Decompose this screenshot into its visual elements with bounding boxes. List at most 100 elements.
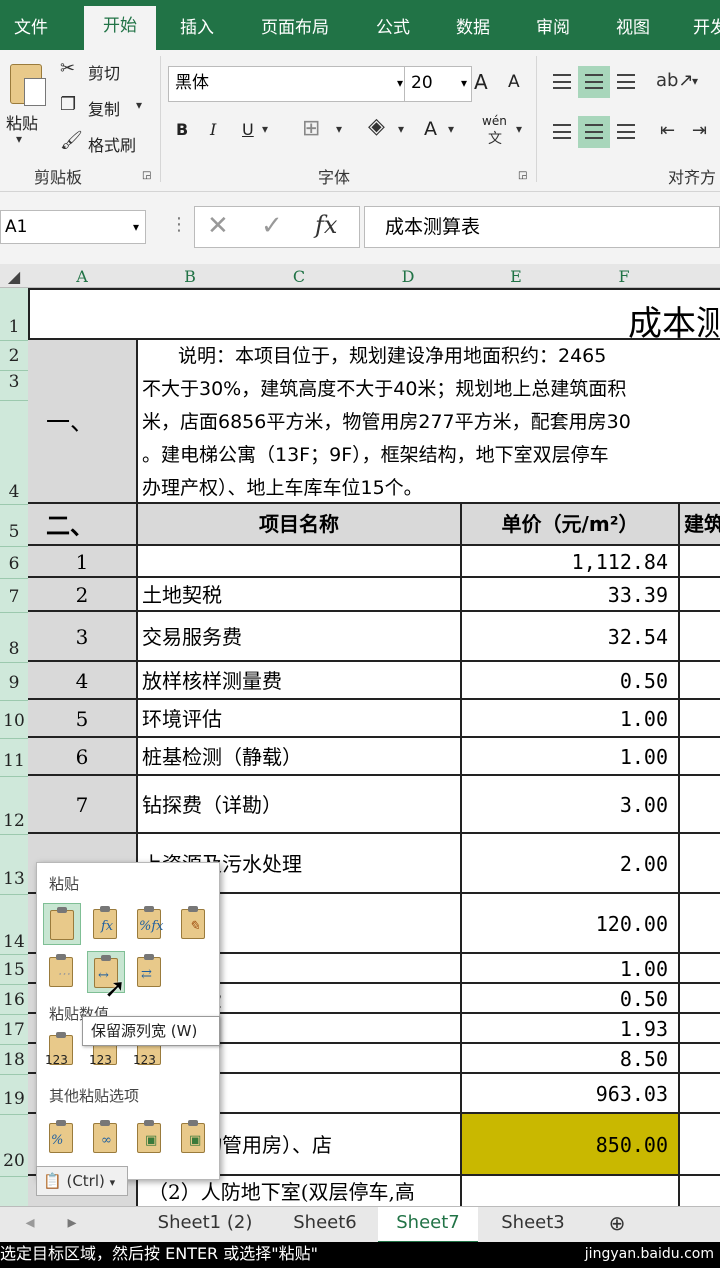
item-no-cell[interactable]: 3 bbox=[28, 612, 138, 662]
paste-formulas-icon[interactable]: fx bbox=[87, 903, 123, 943]
tab-insert[interactable]: 插入 bbox=[164, 8, 230, 50]
tab-file[interactable]: 文件 bbox=[0, 8, 62, 50]
phonetic-button[interactable]: wén bbox=[482, 114, 507, 128]
row-header-4[interactable]: 4 bbox=[0, 400, 28, 505]
row-header-6[interactable]: 6 bbox=[0, 546, 28, 579]
tab-view[interactable]: 视图 bbox=[600, 8, 666, 50]
item-price-cell[interactable]: 2.00 bbox=[462, 834, 680, 894]
paste-options-ctrl-button[interactable]: 📋 (Ctrl) ▾ bbox=[36, 1166, 128, 1196]
row-header-2[interactable]: 2 bbox=[0, 340, 28, 371]
header-price-cell[interactable]: 单价（元/m²） bbox=[462, 504, 680, 546]
increase-indent-icon[interactable]: ⇥ bbox=[692, 120, 707, 141]
column-header-d[interactable]: D bbox=[354, 264, 462, 288]
item-price-cell[interactable]: 1.00 bbox=[462, 738, 680, 776]
paste-label[interactable]: 粘贴 bbox=[6, 110, 38, 134]
item-no-cell[interactable]: 4 bbox=[28, 662, 138, 700]
item-price-cell[interactable]: 1.00 bbox=[462, 700, 680, 738]
font-size-select[interactable]: 20 ▾ bbox=[404, 66, 472, 102]
item-area-cell[interactable] bbox=[680, 1114, 720, 1176]
orientation-icon[interactable]: ab↗ bbox=[656, 70, 694, 91]
paste-formulas-number-format-icon[interactable]: %fx bbox=[131, 903, 167, 943]
item-area-cell[interactable] bbox=[680, 700, 720, 738]
item-area-cell[interactable] bbox=[680, 954, 720, 984]
paste-big-button[interactable] bbox=[6, 62, 46, 106]
item-area-cell[interactable] bbox=[680, 1014, 720, 1044]
font-name-select[interactable]: 黑体 ▾ bbox=[168, 66, 408, 102]
chevron-down-icon[interactable]: ▾ bbox=[397, 67, 403, 99]
item-price-cell[interactable]: 0.50 bbox=[462, 662, 680, 700]
bold-button[interactable]: B bbox=[176, 120, 188, 139]
paste-no-borders-icon[interactable]: ⋯ bbox=[43, 951, 79, 991]
item-area-cell[interactable] bbox=[680, 1044, 720, 1074]
row-header-15[interactable]: 15 bbox=[0, 954, 28, 985]
align-left-button[interactable] bbox=[546, 116, 578, 148]
row-header-1[interactable]: 1 bbox=[0, 288, 28, 341]
item-price-cell[interactable]: 0.50 bbox=[462, 984, 680, 1014]
row-header-17[interactable]: 17 bbox=[0, 1014, 28, 1045]
tab-data[interactable]: 数据 bbox=[440, 8, 506, 50]
paste-values-icon[interactable]: 123 bbox=[43, 1029, 79, 1069]
item-name-cell[interactable]: 交易服务费 bbox=[138, 612, 462, 662]
item-price-cell[interactable]: 1.00 bbox=[462, 954, 680, 984]
paste-linked-picture-icon[interactable]: ▣ bbox=[175, 1117, 211, 1157]
paste-icon[interactable] bbox=[43, 903, 81, 945]
item-area-cell[interactable] bbox=[680, 776, 720, 834]
chevron-down-icon[interactable]: ▾ bbox=[16, 132, 22, 146]
shrink-font-button[interactable]: A bbox=[508, 72, 520, 92]
scissors-icon[interactable]: ✂ bbox=[60, 58, 75, 79]
title-cell[interactable]: 成本测 bbox=[28, 288, 720, 340]
row-header-5[interactable]: 5 bbox=[0, 504, 28, 547]
row-header-8[interactable]: 8 bbox=[0, 612, 28, 663]
column-header-f[interactable]: F bbox=[570, 264, 678, 288]
header-name-cell[interactable]: 项目名称 bbox=[138, 504, 462, 546]
insert-function-button[interactable]: fx bbox=[315, 211, 337, 239]
item-name-cell[interactable] bbox=[138, 546, 462, 578]
tab-developer[interactable]: 开发 bbox=[680, 8, 720, 50]
row-header-12[interactable]: 12 bbox=[0, 776, 28, 835]
item-name-cell[interactable]: 环境评估 bbox=[138, 700, 462, 738]
item-area-cell[interactable] bbox=[680, 738, 720, 776]
paste-keep-source-format-icon[interactable]: ✎ bbox=[175, 903, 211, 943]
item-name-cell[interactable]: 放样核样测量费 bbox=[138, 662, 462, 700]
item-area-cell[interactable] bbox=[680, 612, 720, 662]
item-price-cell[interactable]: 3.00 bbox=[462, 776, 680, 834]
enter-check-icon[interactable]: ✓ bbox=[261, 211, 283, 241]
border-icon[interactable]: ⊞ bbox=[302, 116, 320, 141]
sheet-tab-sheet6[interactable]: Sheet6 bbox=[278, 1207, 372, 1241]
chevron-down-icon[interactable]: ▾ bbox=[336, 122, 342, 136]
copy-icon[interactable]: ❐ bbox=[60, 94, 76, 115]
decrease-indent-icon[interactable]: ⇤ bbox=[660, 120, 675, 141]
scroll-right-icon[interactable]: ▸ bbox=[60, 1207, 84, 1241]
paste-transpose-icon[interactable]: ⇄ bbox=[131, 951, 167, 991]
dialog-launcher-icon[interactable]: ◲ bbox=[142, 170, 151, 181]
scroll-left-icon[interactable]: ◂ bbox=[18, 1207, 42, 1241]
item-area-cell[interactable] bbox=[680, 578, 720, 612]
tab-formulas[interactable]: 公式 bbox=[360, 8, 426, 50]
fill-color-icon[interactable]: ◈ bbox=[368, 114, 385, 139]
row-header-18[interactable]: 18 bbox=[0, 1044, 28, 1075]
align-top-button[interactable] bbox=[546, 66, 578, 98]
chevron-down-icon[interactable]: ▾ bbox=[136, 98, 142, 112]
item-price-cell[interactable]: 120.00 bbox=[462, 894, 680, 954]
select-all-corner[interactable]: ◢ bbox=[0, 264, 28, 288]
tab-review[interactable]: 审阅 bbox=[520, 8, 586, 50]
sheet-tab-sheet1-2[interactable]: Sheet1 (2) bbox=[140, 1207, 270, 1241]
paste-picture-icon[interactable]: ▣ bbox=[131, 1117, 167, 1157]
tab-home[interactable]: 开始 bbox=[84, 6, 156, 50]
item-no-cell[interactable]: 2 bbox=[28, 578, 138, 612]
dialog-launcher-icon[interactable]: ◲ bbox=[518, 170, 527, 181]
formula-input[interactable]: 成本测算表 bbox=[364, 206, 720, 248]
row-header-19[interactable]: 19 bbox=[0, 1074, 28, 1115]
item-name-cell[interactable]: 桩基检测（静载） bbox=[138, 738, 462, 776]
item-area-cell[interactable] bbox=[680, 662, 720, 700]
description-cell[interactable]: 说明：本项目位于，规划建设净用地面积约：2465 不大于30%，建筑高度不大于4… bbox=[138, 340, 720, 504]
chevron-down-icon[interactable]: ▾ bbox=[448, 122, 454, 136]
item-name-cell[interactable]: 钻探费（详勘） bbox=[138, 776, 462, 834]
item-name-cell[interactable]: 土地契税 bbox=[138, 578, 462, 612]
chevron-down-icon[interactable]: ▾ bbox=[692, 74, 698, 88]
item-no-cell[interactable]: 5 bbox=[28, 700, 138, 738]
sheet-tab-sheet7[interactable]: Sheet7 bbox=[378, 1207, 478, 1244]
column-header-e[interactable]: E bbox=[462, 264, 570, 288]
cut-button[interactable]: 剪切 bbox=[88, 60, 120, 84]
row-header-10[interactable]: 10 bbox=[0, 700, 28, 739]
